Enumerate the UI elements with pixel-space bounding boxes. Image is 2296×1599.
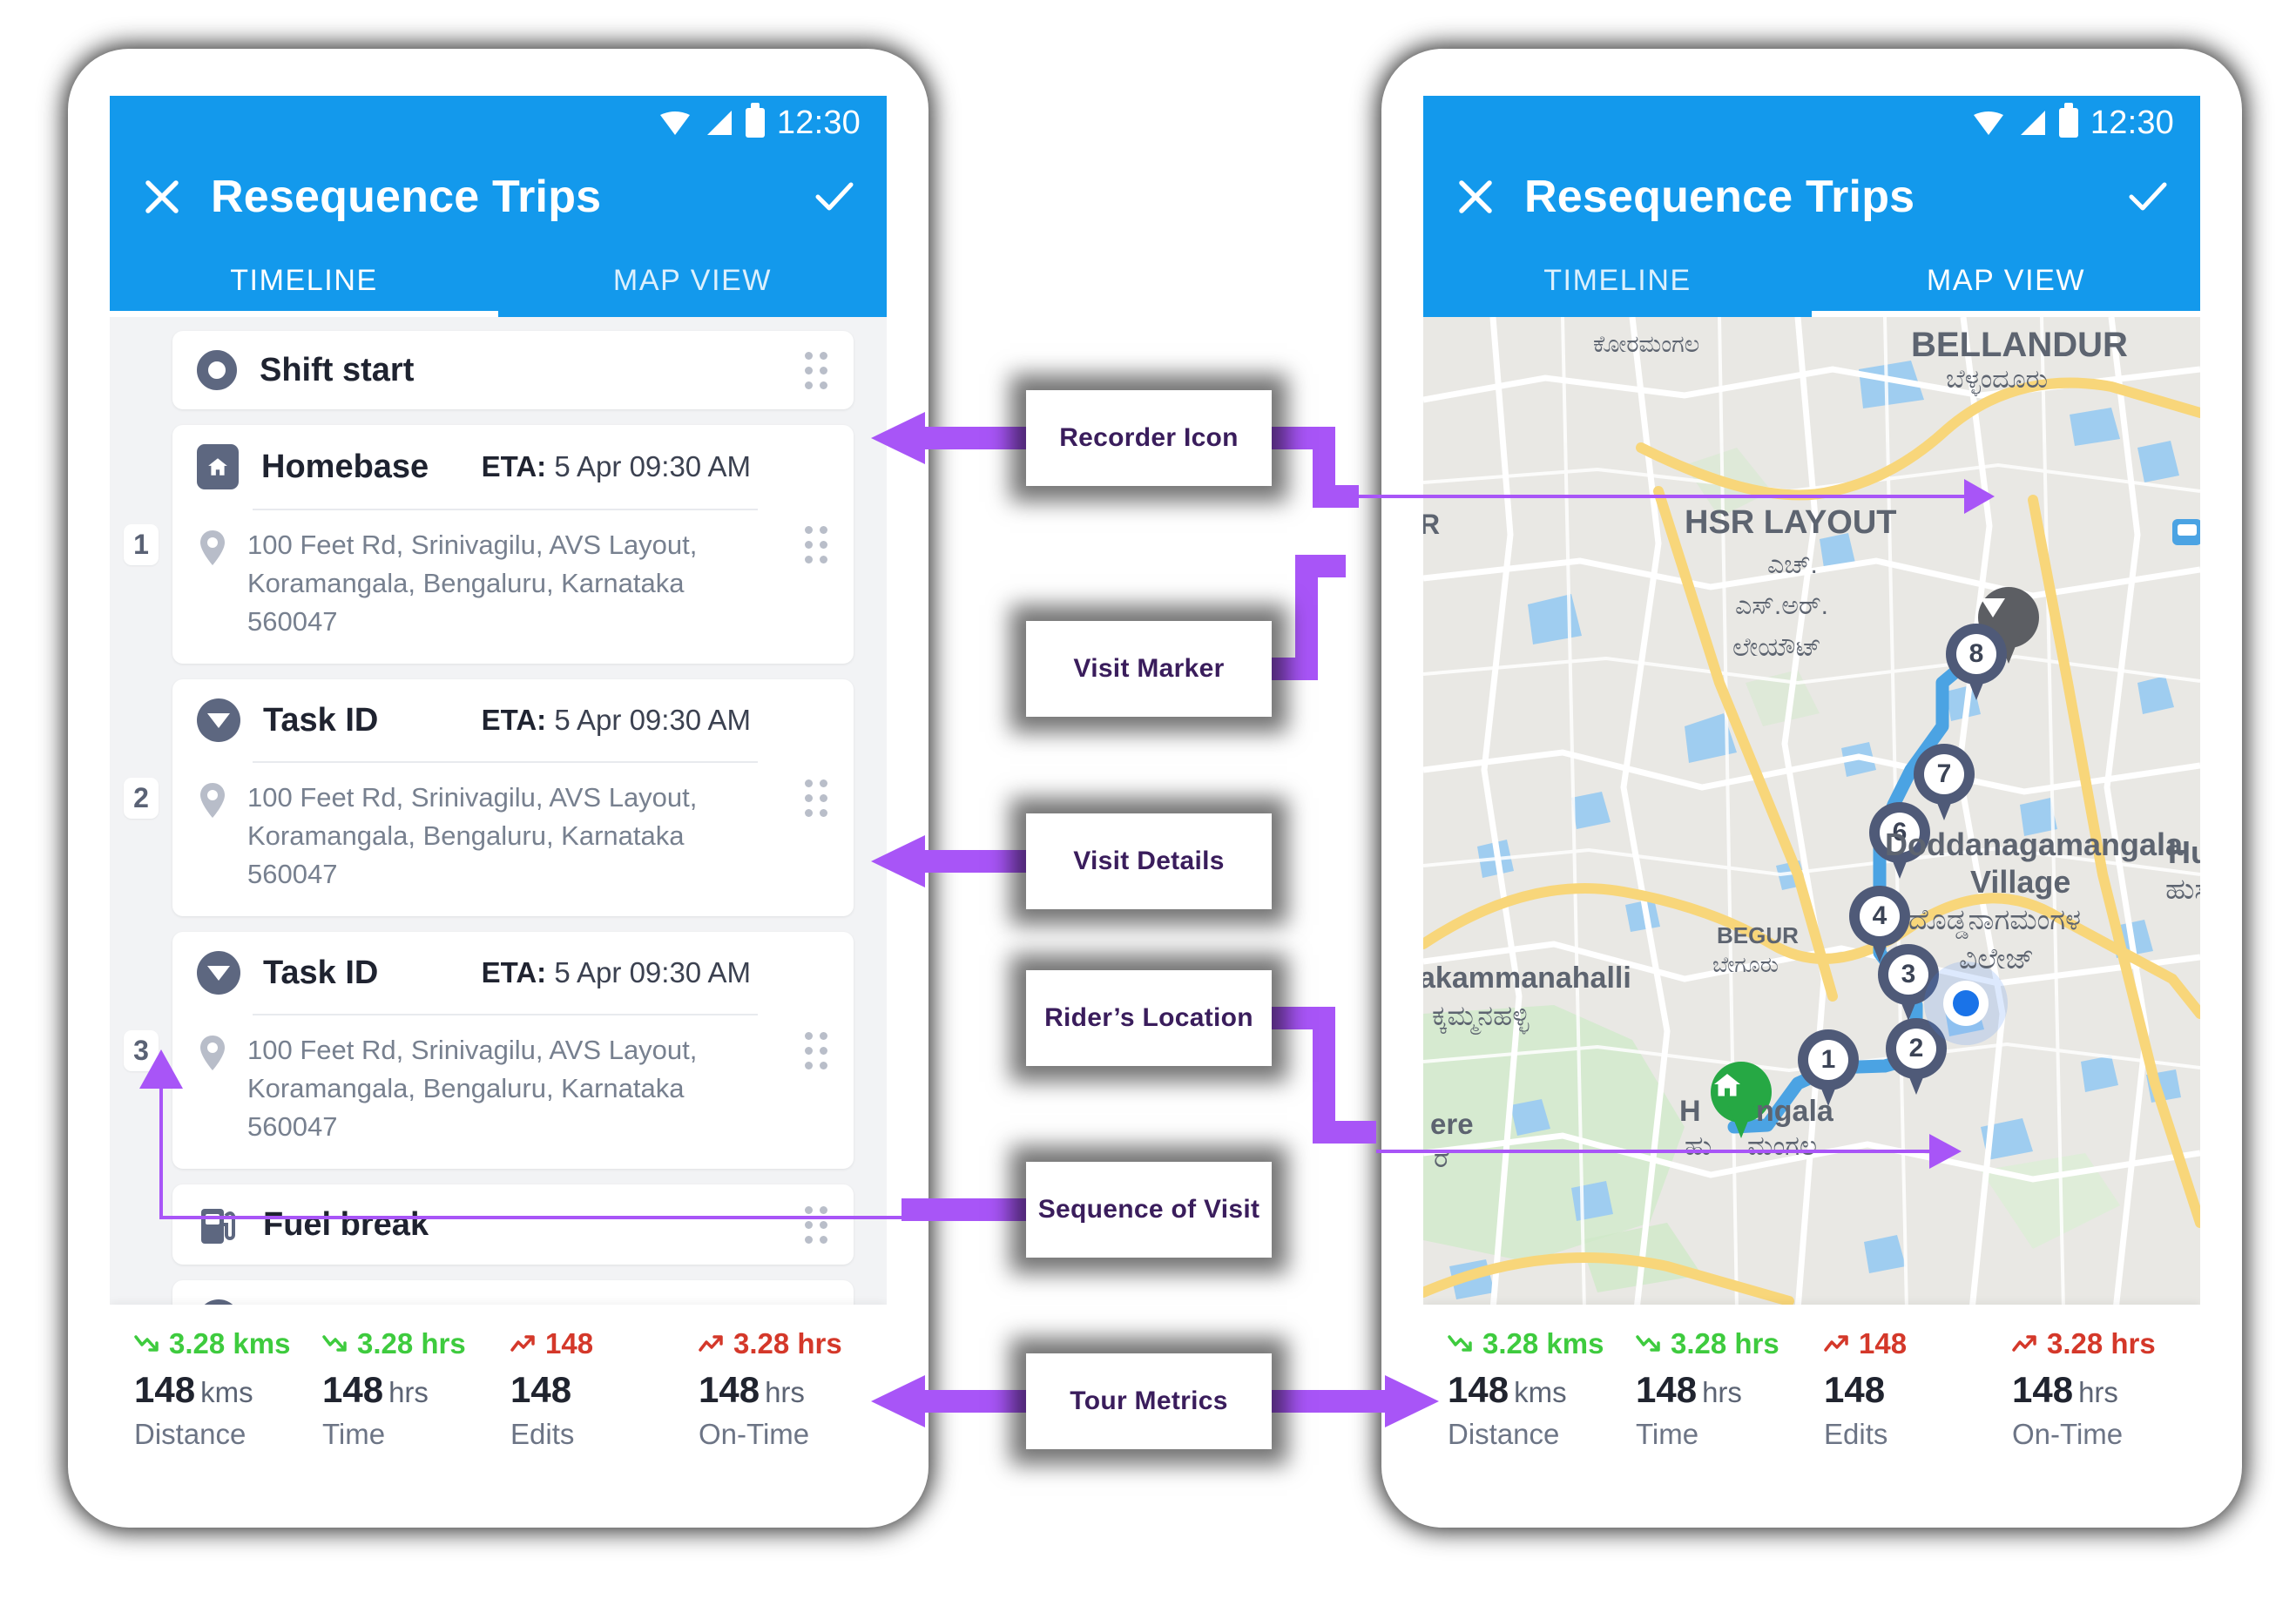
annotation-visit-details: Visit Details xyxy=(1026,813,1272,909)
annotation-sequence-of-visit: Sequence of Visit xyxy=(1026,1162,1272,1258)
annotation-recorder-icon: Recorder Icon xyxy=(1026,390,1272,486)
annotation-tour-metrics: Tour Metrics xyxy=(1026,1353,1272,1449)
annotation-visit-marker: Visit Marker xyxy=(1026,621,1272,717)
annotation-riders-location: Rider’s Location xyxy=(1026,970,1272,1066)
screenshot-root: 12:30 Resequence Trips TIMELINE MAP VIEW xyxy=(0,0,2296,1599)
